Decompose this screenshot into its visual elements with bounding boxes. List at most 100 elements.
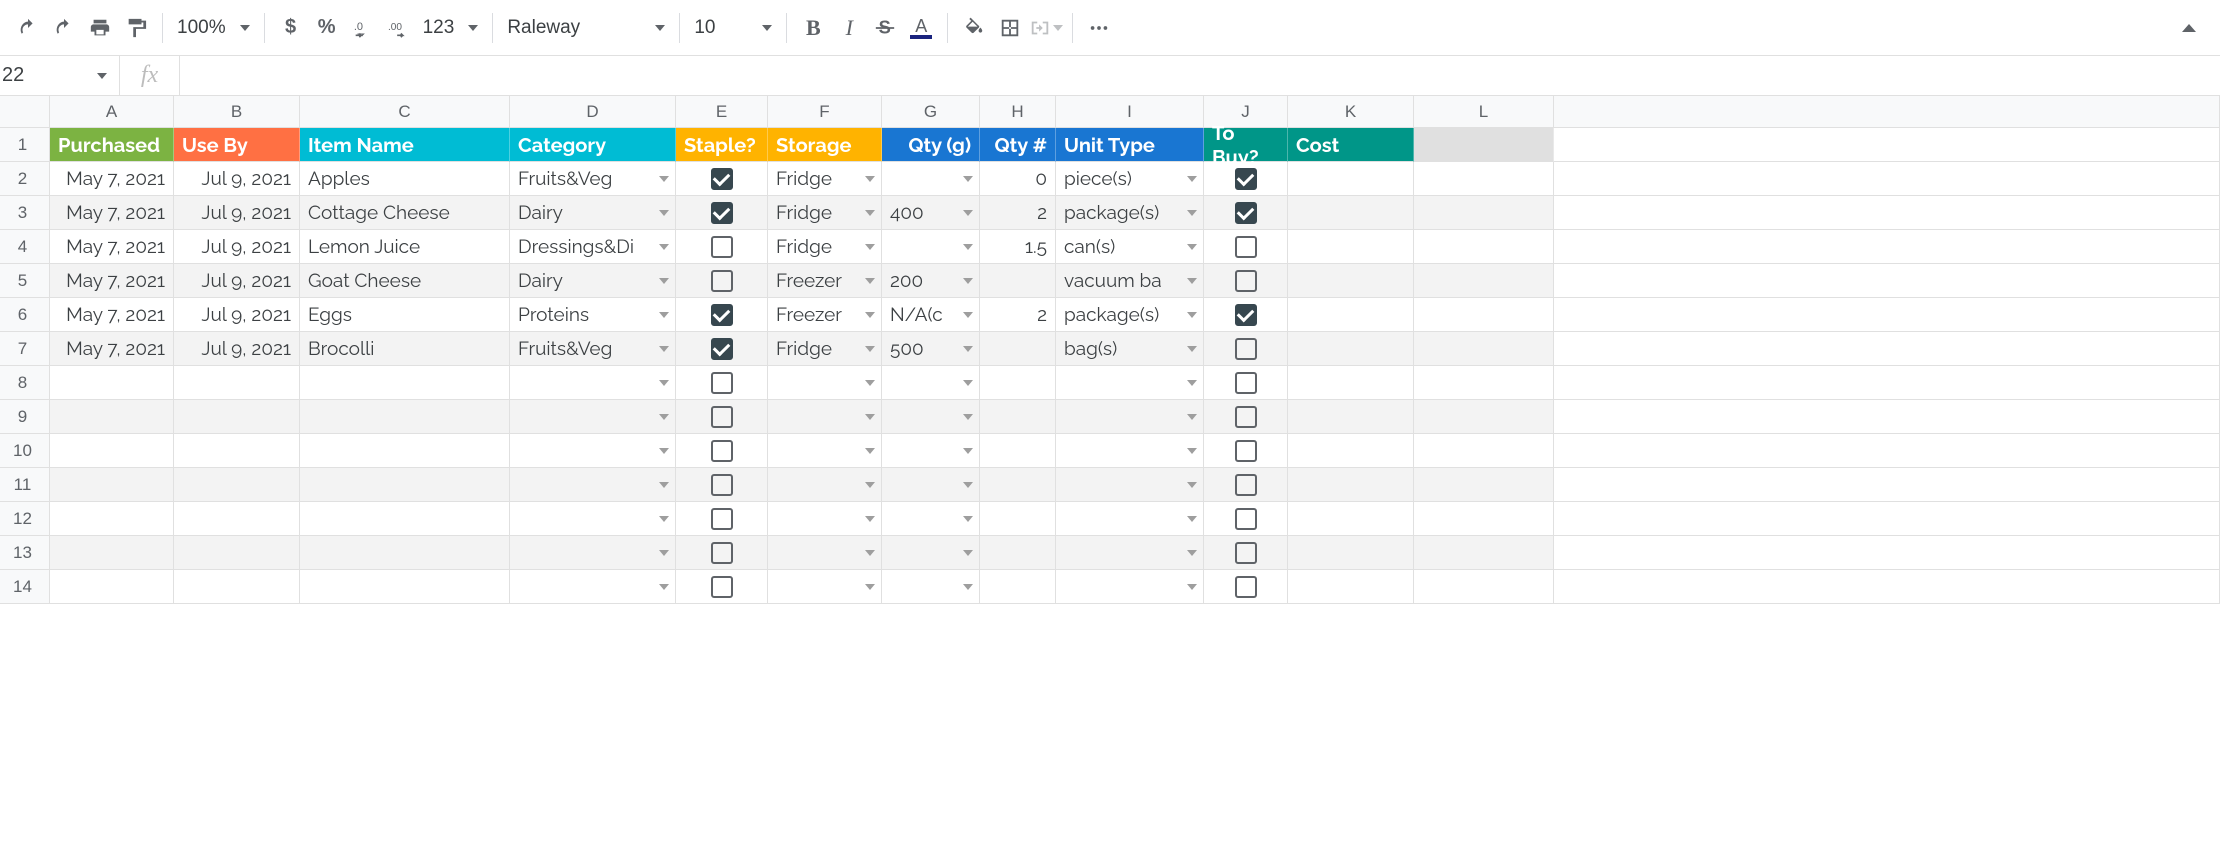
cell-cost[interactable] <box>1288 468 1414 502</box>
column-header-H[interactable]: H <box>980 96 1056 128</box>
cell-qty_g[interactable]: 500 <box>882 332 980 366</box>
cell-item[interactable]: Apples <box>300 162 510 196</box>
column-header-K[interactable]: K <box>1288 96 1414 128</box>
cell-blank[interactable] <box>1414 264 1554 298</box>
cell-unit[interactable] <box>1056 400 1204 434</box>
cell-storage[interactable]: Fridge <box>768 162 882 196</box>
cell-to_buy[interactable] <box>1204 196 1288 230</box>
cell-blank[interactable] <box>1414 366 1554 400</box>
dropdown-caret-icon[interactable] <box>1187 278 1197 284</box>
cell-cost[interactable] <box>1288 536 1414 570</box>
font-size-dropdown[interactable]: 10 <box>688 10 778 46</box>
cell-cost[interactable] <box>1288 400 1414 434</box>
undo-button[interactable] <box>10 10 46 46</box>
cell-staple[interactable] <box>676 400 768 434</box>
checkbox[interactable] <box>711 270 733 292</box>
cell-use_by[interactable]: Jul 9, 2021 <box>174 298 300 332</box>
dropdown-caret-icon[interactable] <box>963 516 973 522</box>
name-box[interactable]: 22 <box>0 56 120 95</box>
cell-cost[interactable] <box>1288 162 1414 196</box>
cell-category[interactable]: Dairy <box>510 264 676 298</box>
cell-storage[interactable] <box>768 536 882 570</box>
cell-use_by[interactable]: Jul 9, 2021 <box>174 332 300 366</box>
cell-category[interactable] <box>510 502 676 536</box>
cell-cost[interactable] <box>1288 570 1414 604</box>
dropdown-caret-icon[interactable] <box>963 210 973 216</box>
cell-to_buy[interactable] <box>1204 570 1288 604</box>
cell-item[interactable] <box>300 536 510 570</box>
cell-cost[interactable] <box>1288 230 1414 264</box>
column-header-L[interactable]: L <box>1414 96 1554 128</box>
cell-use_by[interactable]: Jul 9, 2021 <box>174 264 300 298</box>
cell-unit[interactable] <box>1056 502 1204 536</box>
row-header-5[interactable]: 5 <box>0 264 50 298</box>
row-header-11[interactable]: 11 <box>0 468 50 502</box>
dropdown-caret-icon[interactable] <box>1187 210 1197 216</box>
cell-category[interactable] <box>510 536 676 570</box>
cell-storage[interactable] <box>768 366 882 400</box>
checkbox[interactable] <box>711 542 733 564</box>
cell-blank[interactable] <box>1414 536 1554 570</box>
cell-category[interactable] <box>510 434 676 468</box>
checkbox[interactable] <box>1235 508 1257 530</box>
cell-qty_g[interactable] <box>882 502 980 536</box>
cell-unit[interactable]: can(s) <box>1056 230 1204 264</box>
cell-purchased[interactable] <box>50 502 174 536</box>
text-color-button[interactable]: A <box>903 10 939 46</box>
dropdown-caret-icon[interactable] <box>963 346 973 352</box>
column-header-G[interactable]: G <box>882 96 980 128</box>
cell-blank[interactable] <box>1414 400 1554 434</box>
cell-item[interactable]: Lemon Juice <box>300 230 510 264</box>
cell-item[interactable] <box>300 570 510 604</box>
row-header-14[interactable]: 14 <box>0 570 50 604</box>
cell-unit[interactable]: package(s) <box>1056 298 1204 332</box>
checkbox[interactable] <box>1235 236 1257 258</box>
cell-qty_g[interactable] <box>882 400 980 434</box>
cell-blank[interactable] <box>1414 298 1554 332</box>
cell-purchased[interactable] <box>50 468 174 502</box>
cell-item[interactable]: Goat Cheese <box>300 264 510 298</box>
checkbox[interactable] <box>711 508 733 530</box>
row-header-1[interactable]: 1 <box>0 128 50 162</box>
cell-qty_n[interactable]: 0 <box>980 162 1056 196</box>
cell-blank[interactable] <box>1414 230 1554 264</box>
dropdown-caret-icon[interactable] <box>659 584 669 590</box>
cell-purchased[interactable]: May 7, 2021 <box>50 264 174 298</box>
cell-use_by[interactable]: Jul 9, 2021 <box>174 230 300 264</box>
fill-color-button[interactable] <box>956 10 992 46</box>
cell-unit[interactable]: bag(s) <box>1056 332 1204 366</box>
dropdown-caret-icon[interactable] <box>865 312 875 318</box>
dropdown-caret-icon[interactable] <box>1187 516 1197 522</box>
cell-staple[interactable] <box>676 366 768 400</box>
dropdown-caret-icon[interactable] <box>1187 312 1197 318</box>
spreadsheet-grid[interactable]: ABCDEFGHIJKL1PurchasedUse ByItem NameCat… <box>0 96 2220 604</box>
dropdown-caret-icon[interactable] <box>1187 448 1197 454</box>
cell-category[interactable]: Dressings&Di <box>510 230 676 264</box>
cell-use_by[interactable] <box>174 400 300 434</box>
cell-purchased[interactable] <box>50 570 174 604</box>
dropdown-caret-icon[interactable] <box>865 380 875 386</box>
dropdown-caret-icon[interactable] <box>963 380 973 386</box>
cell-to_buy[interactable] <box>1204 434 1288 468</box>
dropdown-caret-icon[interactable] <box>865 176 875 182</box>
cell-blank[interactable] <box>1414 468 1554 502</box>
cell-category[interactable] <box>510 468 676 502</box>
cell-qty_g[interactable]: 400 <box>882 196 980 230</box>
dropdown-caret-icon[interactable] <box>659 176 669 182</box>
cell-staple[interactable] <box>676 264 768 298</box>
dropdown-caret-icon[interactable] <box>659 312 669 318</box>
dropdown-caret-icon[interactable] <box>865 210 875 216</box>
checkbox[interactable] <box>1235 406 1257 428</box>
cell-purchased[interactable]: May 7, 2021 <box>50 298 174 332</box>
cell-purchased[interactable] <box>50 536 174 570</box>
checkbox[interactable] <box>711 202 733 224</box>
percent-button[interactable]: % <box>309 10 345 46</box>
print-button[interactable] <box>82 10 118 46</box>
checkbox[interactable] <box>1235 338 1257 360</box>
dropdown-caret-icon[interactable] <box>963 244 973 250</box>
cell-staple[interactable] <box>676 434 768 468</box>
checkbox[interactable] <box>1235 304 1257 326</box>
row-header-2[interactable]: 2 <box>0 162 50 196</box>
table-header-cost[interactable]: Cost <box>1288 128 1414 162</box>
cell-qty_g[interactable] <box>882 230 980 264</box>
